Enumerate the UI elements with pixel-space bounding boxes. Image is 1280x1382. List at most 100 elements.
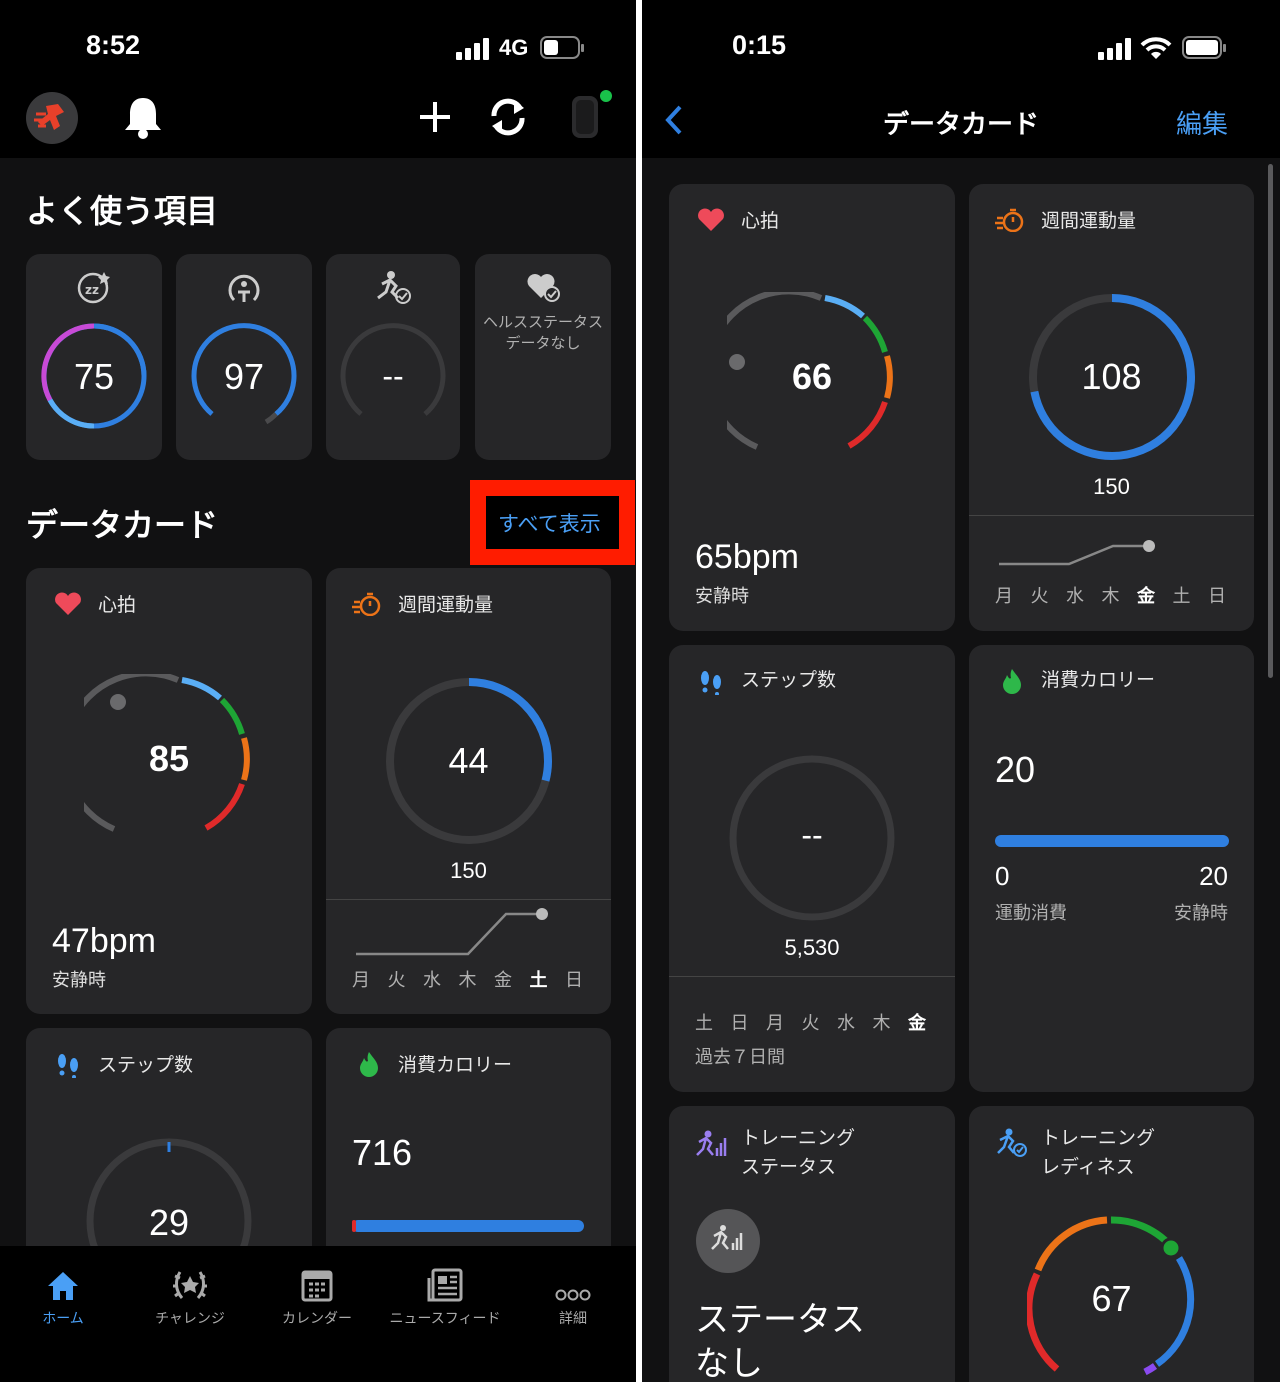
favorite-health-status-card[interactable]: ヘルスステータスデータなし [475, 254, 611, 460]
calories-title: 消費カロリー [398, 1054, 513, 1076]
day-label: 火 [801, 1013, 820, 1034]
nav-challenges-label: チャレンジ [155, 1311, 225, 1327]
training-status-value: ステータス なし [695, 1300, 865, 1382]
resting-label: 安静時 [695, 586, 749, 607]
sync-icon[interactable] [486, 96, 530, 138]
day-label: 月 [766, 1013, 784, 1034]
day-label: 日 [730, 1013, 749, 1034]
training-readiness-icon [377, 271, 411, 304]
status-bar: 8:52 4G [0, 0, 636, 90]
training-status-card[interactable]: トレーニング ステータス ステータス なし [669, 1106, 955, 1382]
heart-rate-card[interactable]: 心拍 66 65bpm 安静時 [669, 184, 955, 631]
health-status-empty-text: ヘルスステータスデータなし [483, 313, 604, 352]
network-label: 4G [499, 35, 529, 60]
favorite-training-readiness-card[interactable]: -- [326, 254, 460, 460]
day-label: 水 [837, 1013, 855, 1034]
right-screen: 0:15 データカード 編集 心拍 66 65bpm 安静時 週間運動量 108… [642, 0, 1280, 1382]
body-battery-icon [228, 274, 260, 302]
heart-rate-title: 心拍 [98, 594, 137, 616]
calories-card[interactable]: 消費カロリー 20 0 20 運動消費 安静時 [969, 645, 1254, 1092]
flame-icon [1003, 669, 1021, 694]
weekly-intensity-value: 44 [448, 740, 489, 781]
training-status-icon [696, 1130, 727, 1156]
day-label: 木 [1101, 586, 1120, 607]
section-favorites-title: よく使う項目 [26, 192, 219, 230]
day-label: 日 [565, 970, 583, 991]
day-label: 火 [1030, 586, 1049, 607]
edit-button[interactable]: 編集 [1176, 104, 1228, 141]
resting-label: 安静時 [52, 970, 106, 991]
section-datacards-title: データカード [26, 506, 219, 544]
left-screen: 8:52 4G よく使う項目 zz 75 97 -- ヘルスステータスデータなし… [0, 0, 636, 1382]
wifi-icon [1140, 37, 1172, 59]
battery-icon [540, 36, 584, 59]
weekly-intensity-title: 週間運動量 [1041, 210, 1137, 232]
day-label: 木 [872, 1013, 891, 1034]
active-calories-value: 0 [995, 861, 1010, 891]
nav-newsfeed-label: ニュースフィード [389, 1311, 501, 1327]
flame-icon [360, 1052, 378, 1077]
calendar-icon [301, 1270, 333, 1302]
day-label: 火 [387, 970, 406, 991]
calories-title: 消費カロリー [1041, 669, 1156, 691]
training-readiness-value: -- [382, 358, 404, 394]
resting-calories-value: 20 [1199, 861, 1228, 891]
calories-bar [995, 835, 1229, 847]
device-watch-icon[interactable] [566, 88, 614, 140]
heart-rate-value: 85 [148, 738, 190, 779]
active-calories-label: 運動消費 [995, 903, 1067, 924]
day-label: 水 [423, 970, 441, 991]
divider [326, 899, 611, 900]
weekly-intensity-title: 週間運動量 [398, 594, 494, 616]
weekly-intensity-card[interactable]: 週間運動量 108 150 月火水木金土日 [969, 184, 1254, 631]
training-readiness-title: トレーニング レディネス [1041, 1127, 1156, 1178]
heart-rate-card[interactable]: 心拍 85 47bpm 安静時 [26, 568, 312, 1014]
footsteps-icon [701, 671, 721, 695]
nav-newsfeed[interactable]: ニュースフィード [381, 1262, 509, 1328]
scrollbar[interactable] [1268, 164, 1273, 678]
calories-value: 20 [995, 749, 1036, 790]
add-icon[interactable] [418, 100, 452, 134]
nav-challenges[interactable]: チャレンジ [127, 1262, 253, 1328]
day-label: 木 [458, 970, 477, 991]
bell-icon[interactable] [122, 94, 164, 140]
day-label: 金 [1137, 586, 1155, 607]
weekly-intensity-card[interactable]: 週間運動量 44 150 月火水木金土日 [326, 568, 611, 1014]
status-time: 8:52 [86, 30, 141, 60]
training-readiness-value: 67 [1091, 1278, 1132, 1319]
divider [669, 976, 955, 977]
profile-avatar[interactable] [26, 92, 78, 144]
heart-rate-value: 66 [791, 356, 833, 397]
training-readiness-icon [997, 1128, 1027, 1157]
footsteps-icon [58, 1054, 78, 1078]
nav-calendar[interactable]: カレンダー [254, 1262, 380, 1328]
day-label: 水 [1066, 586, 1084, 607]
weekly-intensity-value: 108 [1081, 356, 1142, 397]
steps-card[interactable]: ステップ数 -- 5,530 土日月火水木金 過去７日間 [669, 645, 955, 1092]
day-label: 日 [1208, 586, 1226, 607]
resting-calories-label: 安静時 [1174, 903, 1228, 924]
status-time: 0:15 [732, 30, 787, 60]
bottom-nav: ホーム チャレンジ カレンダー ニュースフィード 詳細 [0, 1246, 636, 1382]
status-bar: 0:15 データカード 編集 [642, 0, 1280, 158]
calories-value: 716 [352, 1132, 413, 1173]
day-label: 土 [695, 1013, 713, 1034]
training-readiness-card[interactable]: トレーニング レディネス 67 [969, 1106, 1254, 1382]
training-status-title: トレーニング ステータス [741, 1127, 856, 1178]
training-status-badge-icon [696, 1209, 760, 1273]
show-all-link[interactable]: すべて表示 [498, 508, 601, 538]
weekly-goal-value: 150 [1093, 474, 1130, 499]
day-label: 土 [1172, 586, 1191, 607]
weekly-goal-value: 150 [450, 858, 487, 883]
favorite-body-battery-card[interactable]: 97 [176, 254, 312, 460]
more-icon [555, 1289, 591, 1301]
nav-more[interactable]: 詳細 [510, 1262, 636, 1328]
weekly-trend-sparkline [999, 540, 1155, 566]
stopwatch-icon [352, 592, 381, 616]
favorite-sleep-card[interactable]: zz 75 [26, 254, 162, 460]
nav-home[interactable]: ホーム [0, 1262, 126, 1328]
steps-value: -- [801, 817, 823, 853]
nav-calendar-label: カレンダー [282, 1311, 352, 1327]
body-battery-value: 97 [223, 356, 265, 397]
calories-bar-marker [352, 1220, 356, 1232]
